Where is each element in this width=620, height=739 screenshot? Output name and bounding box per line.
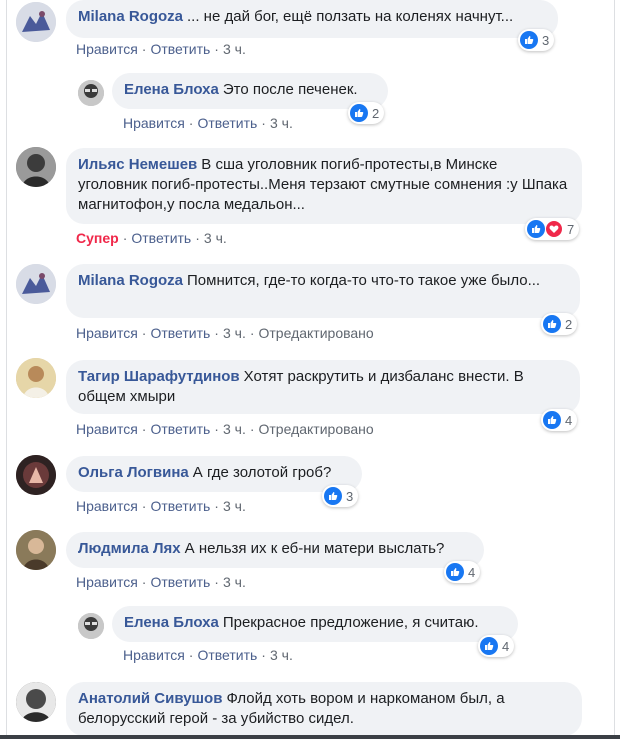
avatar[interactable] xyxy=(16,682,56,722)
comment-bubble: Ольга Логвина А где золотой гроб? xyxy=(66,456,362,492)
comment-bubble: Ильяс Немешев В сша уголовник погиб-проте… xyxy=(66,148,582,224)
like-icon xyxy=(350,104,368,122)
like-icon xyxy=(324,487,342,505)
reply-button[interactable]: Ответить xyxy=(131,230,191,246)
avatar[interactable] xyxy=(16,455,56,495)
like-button[interactable]: Нравится xyxy=(123,115,185,131)
comment-actions: Нравится · Ответить · 3 ч. xyxy=(123,115,293,131)
comment-bubble: Milana Rogoza Помнится, где-то когда-то ч… xyxy=(66,264,580,318)
timestamp[interactable]: 3 ч. xyxy=(204,230,227,246)
comment-actions: Нравится · Ответить · 3 ч. · Отредактировано xyxy=(76,325,374,341)
comment-author[interactable]: Milana Rogoza xyxy=(78,8,183,25)
reaction-number: 2 xyxy=(565,316,573,332)
like-button[interactable]: Нравится xyxy=(76,325,138,341)
comment-actions: Нравится · Ответить · 3 ч. xyxy=(76,41,246,57)
timestamp[interactable]: 3 ч. xyxy=(270,115,293,131)
comment-author[interactable]: Людмила Лях xyxy=(78,540,181,557)
reaction-count[interactable]: 4 xyxy=(541,409,578,431)
reaction-number: 2 xyxy=(372,105,380,121)
avatar[interactable] xyxy=(16,147,56,187)
reaction-count[interactable]: 2 xyxy=(541,313,578,335)
like-button[interactable]: Нравится xyxy=(76,421,138,437)
reply-button[interactable]: Ответить xyxy=(197,647,257,663)
like-icon xyxy=(520,31,538,49)
like-icon xyxy=(543,411,561,429)
timestamp[interactable]: 3 ч. xyxy=(223,498,246,514)
comment-author[interactable]: Елена Блоха xyxy=(124,614,219,631)
comment-bubble: Людмила Лях А нельзя их к еб-ни матери вы… xyxy=(66,532,484,568)
reaction-count[interactable]: 4 xyxy=(478,635,515,657)
reply-button[interactable]: Ответить xyxy=(150,325,210,341)
comment-author[interactable]: Ильяс Немешев xyxy=(78,156,197,173)
reaction-number: 3 xyxy=(542,32,550,48)
comment-text: Это после печенек. xyxy=(222,81,358,98)
like-icon xyxy=(543,315,561,333)
avatar[interactable] xyxy=(16,2,56,42)
comment-bubble: Елена Блоха Прекрасное предложение, я счи… xyxy=(112,606,518,642)
comment-author[interactable]: Анатолий Сивушов xyxy=(78,690,222,707)
avatar[interactable] xyxy=(78,80,104,106)
reaction-number: 4 xyxy=(565,412,573,428)
like-icon xyxy=(446,563,464,581)
comment-actions: Нравится · Ответить · 3 ч. · Отредактировано xyxy=(76,421,374,437)
reply-button[interactable]: Ответить xyxy=(150,498,210,514)
right-border xyxy=(614,0,615,739)
avatar[interactable] xyxy=(16,264,56,304)
comment-text: ... не дай бог, ещё ползать на коленях н… xyxy=(187,8,514,25)
comment-author[interactable]: Milana Rogoza xyxy=(78,272,183,289)
comment-actions: Нравится · Ответить · 3 ч. xyxy=(76,574,246,590)
reaction-count[interactable]: 3 xyxy=(518,29,555,51)
timestamp[interactable]: 3 ч. xyxy=(223,574,246,590)
reaction-count[interactable]: 4 xyxy=(444,561,481,583)
timestamp[interactable]: 3 ч. xyxy=(223,41,246,57)
like-icon xyxy=(527,220,545,238)
comment-actions: Нравится · Ответить · 3 ч. xyxy=(76,498,246,514)
like-button[interactable]: Нравится xyxy=(123,647,185,663)
reaction-count[interactable]: 7 xyxy=(525,218,580,240)
comment-author[interactable]: Елена Блоха xyxy=(124,81,219,98)
comment-actions: Нравится · Ответить · 3 ч. xyxy=(123,647,293,663)
reaction-number: 4 xyxy=(468,564,476,580)
avatar[interactable] xyxy=(78,613,104,639)
like-button[interactable]: Супер xyxy=(76,230,119,246)
timestamp[interactable]: 3 ч. xyxy=(270,647,293,663)
edited-label[interactable]: Отредактировано xyxy=(259,325,374,341)
like-button[interactable]: Нравится xyxy=(76,574,138,590)
reply-button[interactable]: Ответить xyxy=(150,421,210,437)
reply-button[interactable]: Ответить xyxy=(150,41,210,57)
reaction-number: 4 xyxy=(502,638,510,654)
reaction-number: 7 xyxy=(567,221,575,237)
bottom-bar xyxy=(0,735,620,739)
comment-text: А нельзя их к еб-ни матери выслать? xyxy=(184,540,445,557)
reaction-number: 3 xyxy=(346,488,354,504)
reply-button[interactable]: Ответить xyxy=(150,574,210,590)
avatar[interactable] xyxy=(16,530,56,570)
love-icon xyxy=(545,220,563,238)
timestamp[interactable]: 3 ч. xyxy=(223,421,246,437)
left-border xyxy=(6,0,7,739)
like-button[interactable]: Нравится xyxy=(76,41,138,57)
comment-actions: Супер · Ответить · 3 ч. xyxy=(76,230,227,246)
comment-author[interactable]: Ольга Логвина xyxy=(78,464,189,481)
reaction-count[interactable]: 3 xyxy=(322,485,359,507)
comment-bubble: Анатолий Сивушов Флойд хоть вором и нарко… xyxy=(66,682,582,736)
comment-bubble: Елена Блоха Это после печенек. xyxy=(112,73,388,109)
reply-button[interactable]: Ответить xyxy=(197,115,257,131)
like-button[interactable]: Нравится xyxy=(76,498,138,514)
like-icon xyxy=(480,637,498,655)
edited-label[interactable]: Отредактировано xyxy=(259,421,374,437)
comment-author[interactable]: Тагир Шарафутдинов xyxy=(78,368,240,385)
comment-bubble: Milana Rogoza... не дай бог, ещё ползать… xyxy=(66,0,558,38)
timestamp[interactable]: 3 ч. xyxy=(223,325,246,341)
reaction-count[interactable]: 2 xyxy=(348,102,385,124)
comment-bubble: Тагир Шарафутдинов Хотят раскрутить и диз… xyxy=(66,360,580,414)
comment-text: Помнится, где-то когда-то что-то такое у… xyxy=(187,272,541,289)
comment-text: Прекрасное предложение, я считаю. xyxy=(222,614,479,631)
avatar[interactable] xyxy=(16,358,56,398)
comment-text: А где золотой гроб? xyxy=(192,464,332,481)
